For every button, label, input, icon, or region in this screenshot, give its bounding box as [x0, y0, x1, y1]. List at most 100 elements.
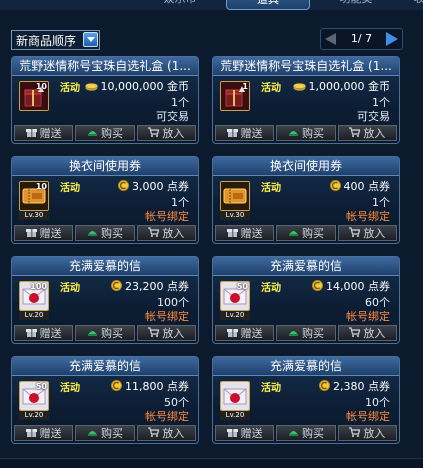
event-badge: 活动	[60, 83, 80, 94]
buy-icon	[87, 227, 98, 240]
buy-button-label: 购买	[301, 427, 324, 440]
tab-more[interactable]: 收	[404, 0, 423, 8]
tab-currency[interactable]: 娱乐币	[145, 0, 215, 8]
love-letter-icon[interactable]	[220, 381, 250, 411]
add-to-cart-button-label: 放入	[162, 227, 185, 240]
item-card[interactable]: 换衣间使用券 10 Lv.30 活动 3,000 点券 1个 帐号绑定 赠送 购买 放入	[11, 156, 199, 244]
add-to-cart-button[interactable]: 放入	[337, 225, 397, 241]
buy-button[interactable]: 购买	[75, 425, 135, 441]
gift-icon	[226, 227, 238, 240]
item-card[interactable]: 换衣间使用券 Lv.30 活动 400 点券 1个 帐号绑定 赠送 购买 放入	[212, 156, 400, 244]
trade-status: 可交易	[156, 110, 189, 123]
gift-icon	[226, 127, 238, 140]
love-letter-icon[interactable]: 100	[19, 281, 49, 311]
gift-button[interactable]: 赠送	[14, 225, 74, 241]
item-quantity-badge: 100	[30, 282, 47, 291]
gift-button-label: 赠送	[240, 127, 263, 140]
buy-button[interactable]: 购买	[276, 125, 336, 141]
event-badge: 活动	[60, 383, 80, 394]
category-tabs: 娱乐币 道具 功能类 收	[0, 0, 423, 10]
tab-items[interactable]: 道具	[226, 0, 310, 10]
event-badge: 活动	[261, 283, 281, 294]
dropdown-arrow-icon[interactable]	[83, 32, 98, 47]
buy-button[interactable]: 购买	[276, 225, 336, 241]
trade-status: 帐号绑定	[145, 310, 189, 323]
price-value: 400 点券	[343, 180, 391, 193]
price-value: 10,000,000 金币	[100, 80, 189, 93]
event-badge: 活动	[60, 183, 80, 194]
gift-button[interactable]: 赠送	[215, 325, 275, 341]
sort-select[interactable]: 新商品顺序	[11, 30, 100, 50]
coupon-icon	[111, 380, 125, 393]
item-card[interactable]: 充满爱慕的信 100 Lv.20 活动 23,200 点券 100个 帐号绑定 赠送 购买 放入	[11, 256, 199, 344]
event-badge: 活动	[261, 183, 281, 194]
gift-button[interactable]: 赠送	[14, 125, 74, 141]
gift-box-icon[interactable]: 1	[220, 81, 250, 111]
item-card[interactable]: 充满爱慕的信 50 Lv.20 活动 14,000 点券 60个 帐号绑定 赠送 购买 放入	[212, 256, 400, 344]
gift-button[interactable]: 赠送	[14, 425, 74, 441]
cart-icon	[349, 426, 361, 440]
buy-button[interactable]: 购买	[75, 225, 135, 241]
level-requirement: Lv.20	[220, 311, 250, 320]
gift-button[interactable]: 赠送	[215, 225, 275, 241]
love-letter-icon[interactable]: 50	[19, 381, 49, 411]
gift-box-icon[interactable]: 10	[19, 81, 49, 111]
trade-status: 帐号绑定	[145, 210, 189, 223]
event-badge: 活动	[261, 383, 281, 394]
item-title: 换衣间使用券	[12, 157, 198, 176]
item-actions: 赠送 购买 放入	[14, 325, 196, 341]
item-title: 充满爱慕的信	[213, 357, 399, 376]
event-badge: 活动	[60, 283, 80, 294]
add-to-cart-button[interactable]: 放入	[337, 125, 397, 141]
price-value: 23,200 点券	[125, 280, 189, 293]
level-requirement: Lv.20	[220, 411, 250, 420]
trade-status: 帐号绑定	[346, 210, 390, 223]
coupon-icon	[118, 180, 132, 193]
buy-button[interactable]: 购买	[75, 325, 135, 341]
add-to-cart-button[interactable]: 放入	[136, 125, 196, 141]
buy-button[interactable]: 购买	[75, 125, 135, 141]
item-title: 充满爱慕的信	[213, 257, 399, 276]
gift-icon	[226, 327, 238, 340]
buy-icon	[288, 127, 299, 140]
item-price: 23,200 点券	[111, 278, 189, 294]
add-to-cart-button[interactable]: 放入	[337, 425, 397, 441]
item-actions: 赠送 购买 放入	[215, 425, 397, 441]
price-value: 1,000,000 金币	[308, 80, 390, 93]
add-to-cart-button[interactable]: 放入	[136, 325, 196, 341]
ticket-icon[interactable]	[220, 181, 250, 211]
item-card[interactable]: 充满爱慕的信 50 Lv.20 活动 11,800 点券 50个 帐号绑定 赠送 购买 放入	[11, 356, 199, 444]
gift-button[interactable]: 赠送	[14, 325, 74, 341]
coupon-icon	[111, 280, 125, 293]
trade-status: 帐号绑定	[346, 310, 390, 323]
item-actions: 赠送 购买 放入	[14, 225, 196, 241]
tab-functions[interactable]: 功能类	[318, 0, 394, 8]
cart-icon	[349, 126, 361, 140]
item-card[interactable]: 荒野迷情称号宝珠自选礼盒 (1... 1 活动 1,000,000 金币 1个 可交易 赠送…	[212, 56, 400, 144]
buy-button[interactable]: 购买	[276, 325, 336, 341]
love-letter-icon[interactable]: 50	[220, 281, 250, 311]
gift-button[interactable]: 赠送	[215, 125, 275, 141]
item-title: 充满爱慕的信	[12, 257, 198, 276]
gift-button-label: 赠送	[240, 327, 263, 340]
add-to-cart-button-label: 放入	[162, 127, 185, 140]
ticket-icon[interactable]: 10	[19, 181, 49, 211]
cart-icon	[349, 326, 361, 340]
add-to-cart-button[interactable]: 放入	[136, 425, 196, 441]
buy-button[interactable]: 购买	[276, 425, 336, 441]
item-card[interactable]: 充满爱慕的信 Lv.20 活动 2,380 点券 10个 帐号绑定 赠送 购买 放入	[212, 356, 400, 444]
price-value: 3,000 点券	[132, 180, 189, 193]
add-to-cart-button-label: 放入	[162, 427, 185, 440]
next-page-arrow-icon[interactable]	[386, 32, 398, 46]
gift-button[interactable]: 赠送	[215, 425, 275, 441]
add-to-cart-button[interactable]: 放入	[136, 225, 196, 241]
price-value: 14,000 点券	[326, 280, 390, 293]
add-to-cart-button[interactable]: 放入	[337, 325, 397, 341]
cart-icon	[148, 426, 160, 440]
item-card[interactable]: 荒野迷情称号宝珠自选礼盒 (1... 10 活动 10,000,000 金币 1个 可交易…	[11, 56, 199, 144]
level-requirement: Lv.20	[19, 311, 49, 320]
item-price: 10,000,000 金币	[84, 78, 189, 94]
cart-icon	[349, 226, 361, 240]
coupon-icon	[319, 380, 333, 393]
buy-icon	[87, 127, 98, 140]
